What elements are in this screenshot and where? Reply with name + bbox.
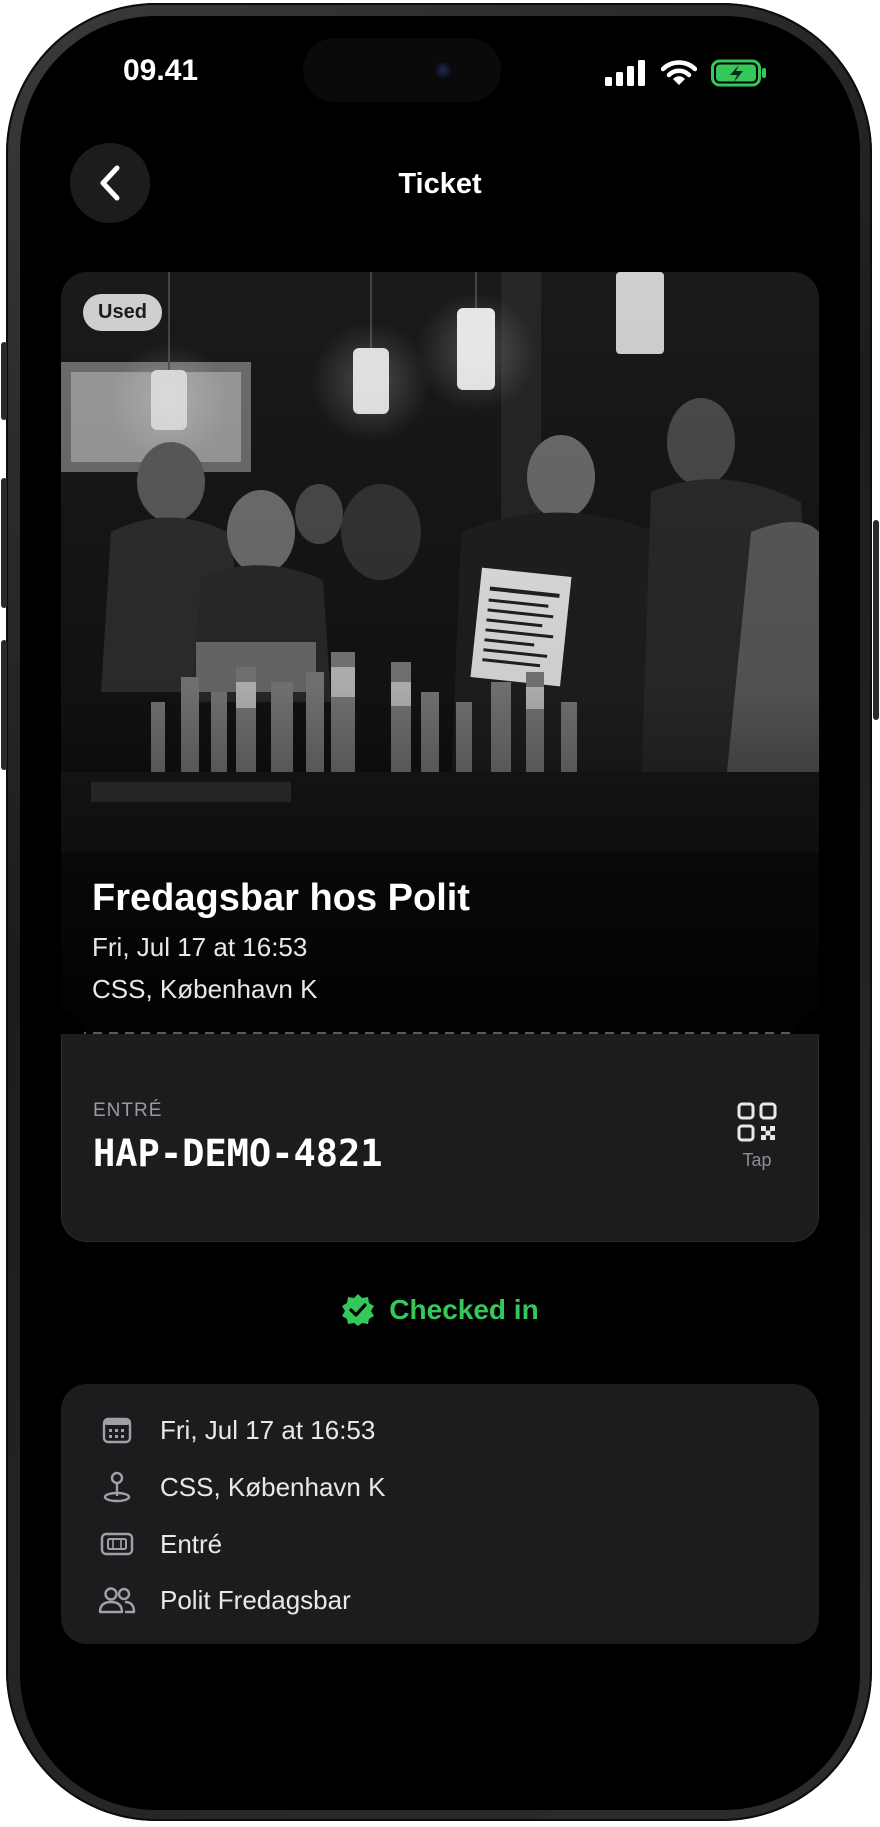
event-date: Fri, Jul 17 at 16:53 bbox=[92, 932, 308, 962]
volume-up-button bbox=[1, 478, 7, 608]
qr-label: Tap bbox=[742, 1150, 772, 1170]
signal-icon bbox=[605, 60, 645, 86]
dynamic-island bbox=[303, 38, 501, 102]
details-card: Fri, Jul 17 at 16:53 CSS, København K En… bbox=[61, 1384, 819, 1644]
front-camera bbox=[435, 62, 451, 78]
people-icon bbox=[98, 1587, 136, 1614]
ticket-card[interactable]: Used Fredagsbar hos Polit Fri, Jul 17 at… bbox=[61, 272, 819, 1032]
action-button bbox=[1, 342, 7, 420]
entry-label: ENTRÉ bbox=[93, 1100, 163, 1121]
wifi-icon bbox=[661, 60, 697, 85]
ticket-code: HAP-DEMO-4821 bbox=[93, 1132, 383, 1175]
detail-ticket-type-text: Entré bbox=[160, 1528, 223, 1559]
detail-row-organizer: Polit Fredagsbar bbox=[94, 1580, 351, 1620]
power-button bbox=[873, 520, 879, 720]
event-venue: CSS, København K bbox=[92, 974, 318, 1004]
status-time: 09.41 bbox=[123, 54, 199, 87]
battery-charging-icon bbox=[711, 59, 766, 87]
detail-row-location: CSS, København K bbox=[94, 1467, 385, 1507]
detail-location-text: CSS, København K bbox=[160, 1471, 386, 1502]
ticket-icon bbox=[100, 1532, 134, 1556]
detail-row-date: Fri, Jul 17 at 16:53 bbox=[94, 1410, 375, 1450]
page-title: Ticket bbox=[398, 168, 482, 200]
checked-in-label: Checked in bbox=[389, 1294, 539, 1325]
status-icons bbox=[605, 58, 767, 88]
volume-down-button bbox=[1, 640, 7, 770]
checked-in-status: Checked in bbox=[0, 1293, 880, 1327]
detail-organizer-text: Polit Fredagsbar bbox=[160, 1584, 351, 1615]
calendar-icon bbox=[102, 1417, 132, 1444]
ticket-stub: ENTRÉ HAP-DEMO-4821 Tap bbox=[61, 1034, 819, 1242]
qr-code-icon bbox=[737, 1102, 777, 1142]
detail-row-ticket-type: Entré bbox=[94, 1524, 222, 1564]
event-title: Fredagsbar hos Polit bbox=[92, 877, 470, 919]
location-pin-icon bbox=[103, 1471, 131, 1503]
used-badge: Used bbox=[83, 294, 162, 331]
verified-badge-icon bbox=[342, 1294, 375, 1326]
detail-date-text: Fri, Jul 17 at 16:53 bbox=[160, 1414, 376, 1445]
qr-button[interactable]: Tap bbox=[730, 1102, 784, 1171]
